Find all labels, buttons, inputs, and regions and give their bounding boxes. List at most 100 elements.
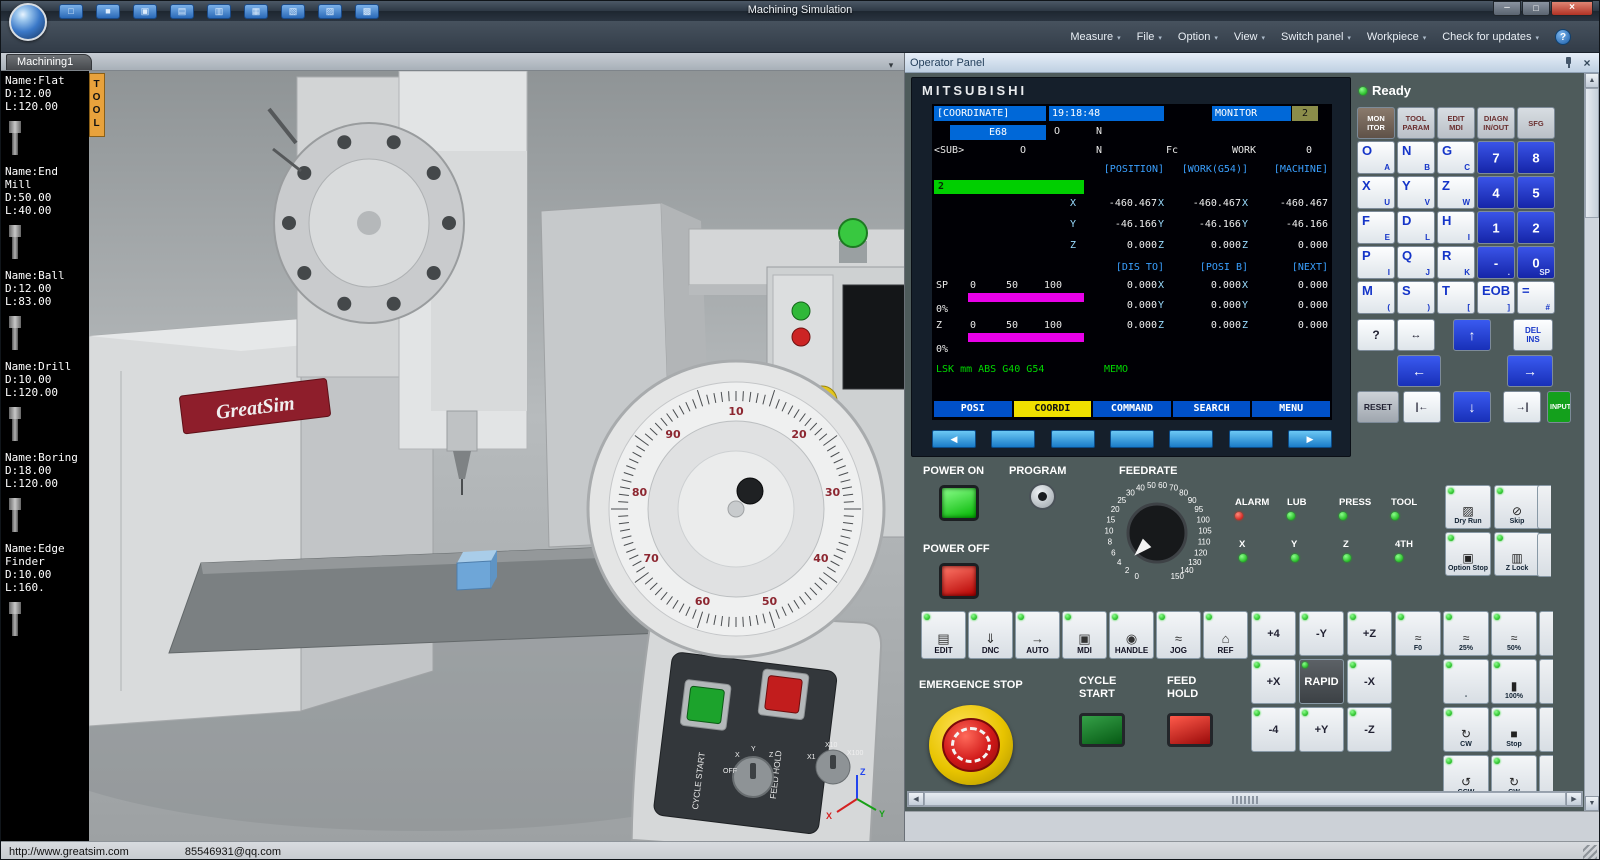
softkey-button[interactable] (1229, 430, 1273, 448)
status-url[interactable]: http://www.greatsim.com (9, 846, 129, 858)
keypad-key[interactable]: 1 (1477, 211, 1515, 244)
help-key[interactable]: ? (1357, 319, 1395, 351)
jog-key[interactable]: -X (1347, 659, 1392, 704)
keypad-key[interactable]: PI (1357, 246, 1395, 279)
emergency-stop-button[interactable] (929, 705, 1013, 785)
workpiece-cube[interactable] (457, 550, 497, 590)
menu-item[interactable]: Measure (1062, 28, 1128, 46)
crt-menu-tab[interactable]: SEARCH (1173, 401, 1251, 417)
tab-machining1[interactable]: Machining1 (6, 54, 92, 70)
reset-key[interactable]: RESET (1357, 391, 1399, 423)
menu-item[interactable]: Option (1170, 28, 1226, 46)
jog-key[interactable]: RAPID (1299, 659, 1344, 704)
menu-item[interactable]: Switch panel (1273, 28, 1359, 46)
scroll-up-arrow-icon[interactable] (1585, 73, 1599, 88)
tab-left-key[interactable]: |← (1403, 391, 1441, 423)
panel-close-icon[interactable] (1580, 57, 1594, 69)
vertical-scrollbar[interactable] (1584, 73, 1599, 811)
clipped-key[interactable] (1537, 485, 1551, 529)
jog-key[interactable]: +X (1251, 659, 1296, 704)
override-key[interactable]: ■ Stop (1491, 707, 1537, 752)
crt-menu-tab[interactable]: COORDI (1014, 401, 1092, 417)
function-select-key[interactable]: DIAGNIN/OUT (1477, 107, 1515, 139)
shift-key[interactable]: ↔ (1397, 319, 1435, 351)
pin-icon[interactable] (1562, 56, 1574, 69)
function-select-key[interactable]: TOOLPARAM (1397, 107, 1435, 139)
cursor-up-key[interactable]: ↑ (1453, 319, 1491, 351)
feedrate-dial[interactable]: 0246810152025304050607080909510010511012… (1099, 475, 1215, 591)
override-key[interactable]: ≈ 25% (1443, 611, 1489, 656)
scroll-left-arrow-icon[interactable] (908, 792, 924, 806)
mode-key[interactable]: ⌂ REF (1203, 611, 1248, 659)
toolbar-icon[interactable]: □ (59, 4, 83, 19)
resize-grip[interactable] (1583, 845, 1597, 859)
window-titlebar[interactable]: □■▣▤▥▦▧▨▩ Machining Simulation (1, 1, 1599, 21)
cabinet-red-button[interactable] (792, 328, 810, 346)
option-key[interactable]: ▨ Dry Run (1445, 485, 1491, 529)
softkey-button[interactable] (1169, 430, 1213, 448)
mode-key[interactable]: ⇓ DNC (968, 611, 1013, 659)
crt-menu-tab[interactable]: MENU (1252, 401, 1330, 417)
mode-key[interactable]: → AUTO (1015, 611, 1060, 659)
keypad-key[interactable]: S) (1397, 281, 1435, 314)
mode-key[interactable]: ▤ EDIT (921, 611, 966, 659)
mode-key[interactable]: ≈ JOG (1156, 611, 1201, 659)
override-key[interactable]: ▮ 100% (1491, 659, 1537, 704)
keypad-key[interactable]: GC (1437, 141, 1475, 174)
mode-key[interactable]: ▣ MDI (1062, 611, 1107, 659)
cabinet-green-button[interactable] (792, 302, 810, 320)
cursor-down-key[interactable]: ↓ (1453, 391, 1491, 423)
help-icon[interactable]: ? (1555, 29, 1571, 45)
clipped-key[interactable] (1537, 533, 1551, 577)
toolbar-icon[interactable]: ▥ (207, 4, 231, 19)
jog-key[interactable]: +4 (1251, 611, 1296, 656)
toolbar-icon[interactable]: ▧ (281, 4, 305, 19)
handwheel-knob[interactable] (737, 478, 763, 504)
override-key[interactable]: ↻ CW (1443, 707, 1489, 752)
keypad-key[interactable]: 8 (1517, 141, 1555, 174)
softkey-button[interactable]: ◀ (932, 430, 976, 448)
program-key-switch[interactable] (1029, 483, 1056, 510)
close-button[interactable] (1551, 1, 1593, 16)
keypad-key[interactable]: 2 (1517, 211, 1555, 244)
menu-item[interactable]: Workpiece (1359, 28, 1434, 46)
horizontal-scrollbar[interactable] (907, 791, 1583, 807)
keypad-key[interactable]: RK (1437, 246, 1475, 279)
clipped-key[interactable] (1539, 659, 1553, 704)
operator-panel-titlebar[interactable]: Operator Panel (905, 53, 1599, 73)
crt-menu-tab[interactable]: COMMAND (1093, 401, 1171, 417)
function-select-key[interactable]: SFG (1517, 107, 1555, 139)
jog-key[interactable]: -4 (1251, 707, 1296, 752)
keypad-key[interactable]: 0SP (1517, 246, 1555, 279)
keypad-key[interactable]: ZW (1437, 176, 1475, 209)
override-key[interactable]: ≈ 50% (1491, 611, 1537, 656)
keypad-key[interactable]: 5 (1517, 176, 1555, 209)
vertical-scrollbar-thumb[interactable] (1585, 88, 1599, 218)
tool-list-item[interactable]: Name:Ball D:12.00 L:83.00 (5, 269, 89, 350)
machine-3d-viewport[interactable]: GreatSim (1, 71, 904, 841)
toolbar-icon[interactable]: ■ (96, 4, 120, 19)
tab-dropdown-icon[interactable] (884, 55, 898, 68)
cycle-start-button[interactable] (1079, 713, 1125, 747)
cursor-left-key[interactable]: ← (1397, 355, 1441, 387)
keypad-key[interactable]: -. (1477, 246, 1515, 279)
keypad-key[interactable]: M( (1357, 281, 1395, 314)
toolbar-icon[interactable]: ▩ (355, 4, 379, 19)
option-key[interactable]: ▥ Z Lock (1494, 532, 1540, 576)
clipped-key[interactable] (1539, 707, 1553, 752)
keypad-key[interactable]: QJ (1397, 246, 1435, 279)
keypad-key[interactable]: 4 (1477, 176, 1515, 209)
tool-list-item[interactable]: Name:Flat D:12.00 L:120.00 (5, 74, 89, 155)
toolbar-icon[interactable]: ▣ (133, 4, 157, 19)
keypad-key[interactable]: DL (1397, 211, 1435, 244)
function-select-key[interactable]: EDITMDI (1437, 107, 1475, 139)
delete-insert-key[interactable]: DELINS (1513, 319, 1553, 351)
horizontal-scrollbar-thumb[interactable] (924, 792, 1566, 806)
pendant-feed-hold-button[interactable] (765, 675, 803, 713)
tool-list-item[interactable]: Name:Boring D:18.00 L:120.00 (5, 451, 89, 532)
input-key[interactable]: INPUT (1547, 391, 1571, 423)
softkey-button[interactable] (991, 430, 1035, 448)
maximize-button[interactable] (1522, 1, 1550, 16)
function-select-key[interactable]: MONITOR (1357, 107, 1395, 139)
keypad-key[interactable]: YV (1397, 176, 1435, 209)
